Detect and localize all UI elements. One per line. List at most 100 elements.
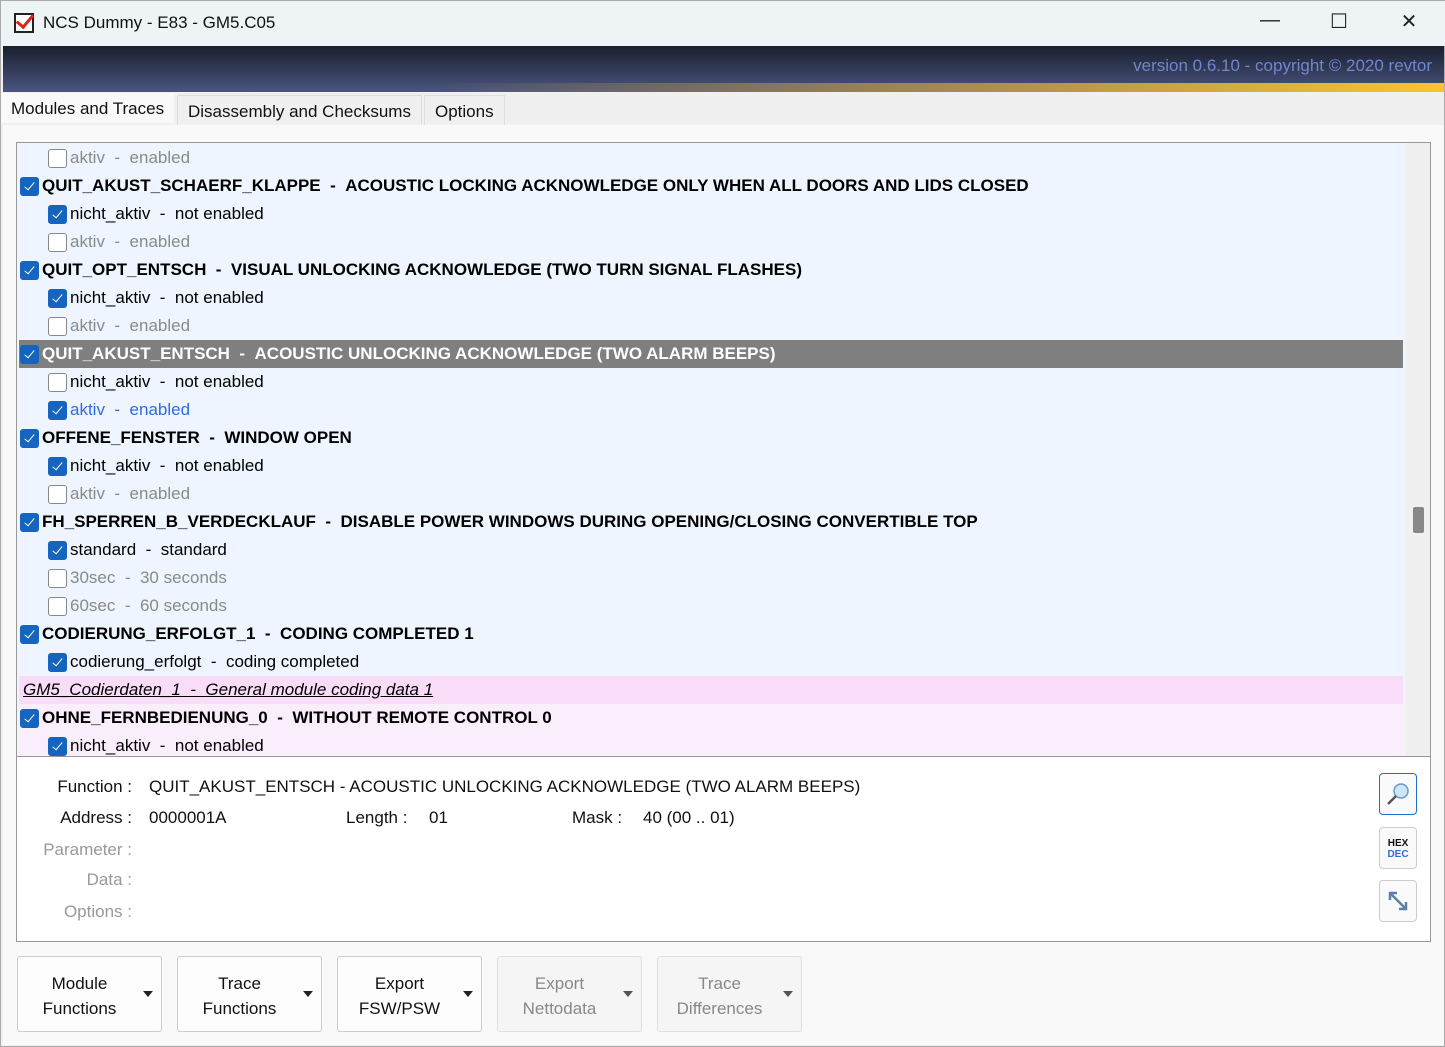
checkbox[interactable] [20,177,39,196]
app-checkmark-icon [14,13,34,33]
checkbox[interactable] [48,569,67,588]
item-name: aktiv [70,316,105,335]
item-description: CODING COMPLETED 1 [280,624,474,643]
function-row[interactable]: OHNE_FERNBEDIENUNG_0 - WITHOUT REMOTE CO… [19,704,1403,732]
checkbox[interactable] [20,429,39,448]
checkbox[interactable] [48,233,67,252]
address-value: 0000001A [149,808,227,827]
item-description: not enabled [174,372,264,391]
function-value: QUIT_AKUST_ENTSCH - ACOUSTIC UNLOCKING A… [149,777,861,796]
checkbox[interactable] [20,625,39,644]
function-row[interactable]: QUIT_OPT_ENTSCH - VISUAL UNLOCKING ACKNO… [19,256,1403,284]
tab-bar: Modules and Traces Disassembly and Check… [1,93,1444,125]
checkbox[interactable] [48,373,67,392]
item-description: 30 seconds [139,568,227,587]
minimize-button[interactable]: — [1250,9,1290,32]
function-row[interactable]: CODIERUNG_ERFOLGT_1 - CODING COMPLETED 1 [19,620,1403,648]
checkbox[interactable] [20,513,39,532]
checkbox[interactable] [48,149,67,168]
item-name: OFFENE_FENSTER [42,428,200,447]
button-label-line2: Differences [676,999,763,1018]
checkbox[interactable] [48,485,67,504]
item-description: ACOUSTIC LOCKING ACKNOWLEDGE ONLY WHEN A… [345,176,1029,195]
checkbox[interactable] [48,457,67,476]
scrollbar-thumb[interactable] [1413,506,1424,533]
checkbox[interactable] [48,205,67,224]
item-description: ACOUSTIC UNLOCKING ACKNOWLEDGE (TWO ALAR… [254,344,776,363]
checkbox[interactable] [48,597,67,616]
checkbox[interactable] [20,345,39,364]
button-label-line1: Trace [698,974,741,993]
checkbox[interactable] [48,737,67,756]
checkbox[interactable] [48,401,67,420]
hex-label: HEX [1387,838,1409,849]
header-banner: version 0.6.10 - copyright © 2020 revtor [3,46,1444,92]
bottom-dropdown-button[interactable]: Module Functions [17,956,162,1032]
item-description: WINDOW OPEN [224,428,352,447]
checkbox[interactable] [20,709,39,728]
length-value: 01 [429,808,448,827]
tab-modules-and-traces[interactable]: Modules and Traces [1,93,175,123]
item-description: not enabled [174,456,264,475]
button-label-line2: Functions [202,999,277,1018]
group-header-row[interactable]: GM5_Codierdaten_1 - General module codin… [19,676,1403,704]
maximize-button[interactable]: ☐ [1319,9,1359,34]
bottom-dropdown-button[interactable]: Trace Functions [177,956,322,1032]
item-name: nicht_aktiv [70,736,151,755]
option-row[interactable]: 60sec - 60 seconds [19,592,1403,620]
option-row[interactable]: standard - standard [19,536,1403,564]
checkbox[interactable] [48,289,67,308]
resize-arrows-icon [1388,891,1408,911]
magnifier-icon [1387,783,1409,805]
option-row[interactable]: aktiv - enabled [19,312,1403,340]
option-row[interactable]: codierung_erfolgt - coding completed [19,648,1403,676]
option-row[interactable]: nicht_aktiv - not enabled [19,452,1403,480]
tab-options[interactable]: Options [424,95,505,125]
option-row[interactable]: aktiv - enabled [19,228,1403,256]
option-row[interactable]: aktiv - enabled [19,144,1403,172]
item-description: enabled [129,148,191,167]
checkbox[interactable] [48,317,67,336]
function-row[interactable]: FH_SPERREN_B_VERDECKLAUF - DISABLE POWER… [19,508,1403,536]
search-button[interactable] [1379,773,1417,815]
option-row[interactable]: aktiv - enabled [19,480,1403,508]
item-name: aktiv [70,232,105,251]
item-name: 60sec [70,596,116,615]
option-row[interactable]: 30sec - 30 seconds [19,564,1403,592]
bottom-dropdown-button[interactable]: Export FSW/PSW [337,956,482,1032]
item-description: enabled [129,316,191,335]
option-row[interactable]: nicht_aktiv - not enabled [19,368,1403,396]
function-row[interactable]: QUIT_AKUST_ENTSCH - ACOUSTIC UNLOCKING A… [19,340,1403,368]
function-row[interactable]: OFFENE_FENSTER - WINDOW OPEN [19,424,1403,452]
bottom-dropdown-button[interactable]: Export Nettodata [497,956,642,1032]
option-row[interactable]: nicht_aktiv - not enabled [19,200,1403,228]
details-panel: Function : QUIT_AKUST_ENTSCH - ACOUSTIC … [16,757,1431,942]
checkbox[interactable] [48,653,67,672]
item-name: CODIERUNG_ERFOLGT_1 [42,624,256,643]
checkbox[interactable] [48,541,67,560]
item-description: enabled [129,484,191,503]
item-name: nicht_aktiv [70,288,151,307]
item-name: FH_SPERREN_B_VERDECKLAUF [42,512,316,531]
function-row[interactable]: QUIT_AKUST_SCHAERF_KLAPPE - ACOUSTIC LOC… [19,172,1403,200]
tab-disassembly-and-checksums[interactable]: Disassembly and Checksums [177,95,422,125]
expand-button[interactable] [1379,880,1417,922]
item-description: DISABLE POWER WINDOWS DURING OPENING/CLO… [340,512,978,531]
mask-value: 40 (00 .. 01) [643,808,735,827]
address-label: Address : [60,808,132,827]
item-description: VISUAL UNLOCKING ACKNOWLEDGE (TWO TURN S… [230,260,802,279]
option-row[interactable]: nicht_aktiv - not enabled [19,284,1403,312]
options-label: Options : [63,902,132,921]
item-description: standard [160,540,227,559]
close-button[interactable]: ✕ [1389,9,1429,34]
dropdown-arrow-icon [143,991,153,997]
bottom-dropdown-button[interactable]: Trace Differences [657,956,802,1032]
option-row[interactable]: nicht_aktiv - not enabled [19,732,1403,756]
item-name: codierung_erfolgt [70,652,202,671]
vertical-scrollbar[interactable] [1405,143,1430,756]
item-description: coding completed [225,652,360,671]
hex-dec-toggle-button[interactable]: HEX DEC [1379,827,1417,869]
option-row[interactable]: aktiv - enabled [19,396,1403,424]
checkbox[interactable] [20,261,39,280]
item-description: not enabled [174,288,264,307]
